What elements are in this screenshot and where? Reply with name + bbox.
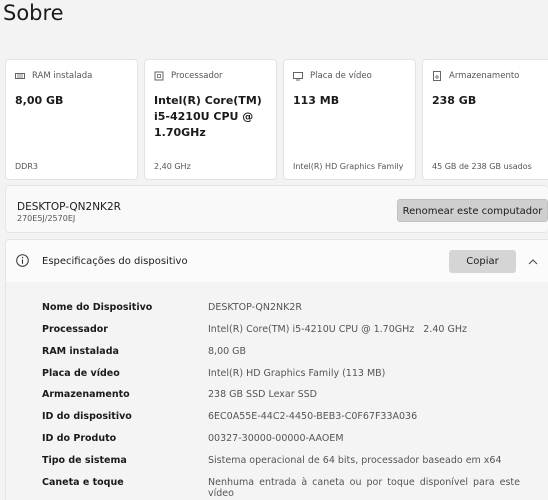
- spec-label: Armazenamento: [42, 389, 130, 400]
- copy-button[interactable]: Copiar: [449, 250, 516, 273]
- page-title: Sobre: [3, 1, 64, 25]
- hardware-summary-cards: RAM instalada 8,00 GB DDR3 Processador I…: [5, 59, 548, 180]
- device-model: 270E5J/2570EJ: [17, 214, 76, 223]
- card-graphics: Placa de vídeo 113 MB Intel(R) HD Graphi…: [283, 59, 416, 180]
- device-name-panel: DESKTOP-QN2NK2R 270E5J/2570EJ Renomear e…: [5, 185, 548, 233]
- device-name: DESKTOP-QN2NK2R: [17, 201, 121, 213]
- info-icon: [16, 254, 29, 267]
- storage-icon: [433, 71, 441, 81]
- spec-value: 00327-30000-00000-AAOEM: [208, 433, 344, 444]
- card-subtext: 2,40 GHz: [154, 162, 191, 171]
- spec-label: Tipo de sistema: [42, 455, 127, 466]
- card-subtext: Intel(R) HD Graphics Family: [293, 162, 404, 171]
- card-label: RAM instalada: [32, 71, 93, 81]
- card-label: Processador: [171, 71, 223, 81]
- card-subtext: DDR3: [15, 162, 38, 171]
- spec-label: Nome do Dispositivo: [42, 302, 153, 313]
- spec-label: Processador: [42, 324, 108, 335]
- device-specs-list: Nome do Dispositivo DESKTOP-QN2NK2R Proc…: [5, 282, 548, 500]
- spec-label: ID do Produto: [42, 433, 117, 444]
- card-label: Armazenamento: [449, 71, 520, 81]
- specs-title: Especificações do dispositivo: [42, 256, 188, 267]
- spec-value: 238 GB SSD Lexar SSD: [208, 389, 317, 400]
- spec-value: 8,00 GB: [208, 346, 247, 357]
- ram-icon: [15, 73, 25, 79]
- spec-value: DESKTOP-QN2NK2R: [208, 302, 303, 313]
- card-value: Intel(R) Core(TM) i5-4210U CPU @ 1.70GHz: [154, 94, 262, 139]
- spec-label: RAM instalada: [42, 346, 119, 357]
- spec-value: Intel(R) HD Graphics Family (113 MB): [208, 368, 386, 379]
- card-value: 8,00 GB: [15, 94, 64, 107]
- spec-label: Placa de vídeo: [42, 368, 120, 379]
- device-specs-header[interactable]: Especificações do dispositivo Copiar: [5, 239, 548, 282]
- chevron-up-icon: [528, 258, 538, 264]
- card-subtext: 45 GB de 238 GB usados: [432, 162, 532, 171]
- card-storage: Armazenamento 238 GB 45 GB de 238 GB usa…: [422, 59, 548, 180]
- spec-value: Intel(R) Core(TM) i5-4210U CPU @ 1.70GHz…: [208, 324, 467, 335]
- spec-value: Nenhuma entrada à caneta ou por toque di…: [208, 477, 520, 499]
- collapse-button[interactable]: [518, 250, 548, 273]
- spec-value: 6EC0A55E-44C2-4450-BEB3-C0F67F33A036: [208, 411, 418, 422]
- card-label: Placa de vídeo: [310, 71, 372, 81]
- card-processor: Processador Intel(R) Core(TM) i5-4210U C…: [144, 59, 277, 180]
- card-value: 113 MB: [293, 94, 340, 107]
- spec-value: Sistema operacional de 64 bits, processa…: [208, 455, 502, 466]
- rename-computer-button[interactable]: Renomear este computador: [397, 199, 548, 222]
- spec-label: Caneta e toque: [42, 477, 124, 488]
- display-icon: [293, 72, 303, 81]
- card-value: 238 GB: [432, 94, 477, 107]
- card-ram: RAM instalada 8,00 GB DDR3: [5, 59, 138, 180]
- processor-icon: [154, 71, 164, 81]
- spec-label: ID do dispositivo: [42, 411, 132, 422]
